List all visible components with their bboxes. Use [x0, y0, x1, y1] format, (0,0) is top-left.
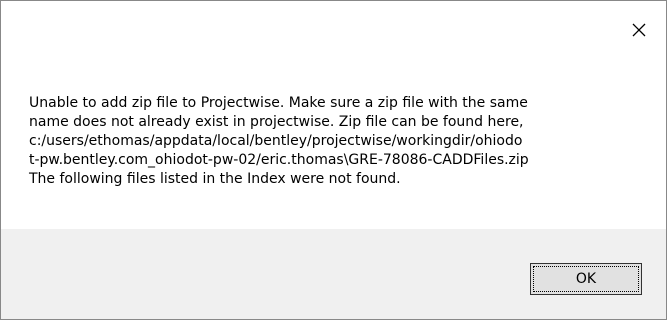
- message-dialog: Unable to add zip file to Projectwise. M…: [0, 0, 667, 320]
- ok-button[interactable]: OK: [530, 263, 642, 295]
- dialog-message: Unable to add zip file to Projectwise. M…: [29, 94, 639, 189]
- message-line: The following files listed in the Index …: [29, 171, 401, 187]
- message-line: t-pw.bentley.com_ohiodot-pw-02/eric.thom…: [29, 152, 529, 168]
- button-bar: OK: [1, 229, 666, 319]
- message-line: name does not already exist in projectwi…: [29, 114, 524, 130]
- message-line: c:/users/ethomas/appdata/local/bentley/p…: [29, 133, 523, 149]
- close-icon: [632, 23, 646, 37]
- ok-button-label: OK: [533, 266, 639, 292]
- message-line: Unable to add zip file to Projectwise. M…: [29, 95, 528, 111]
- close-button[interactable]: [624, 15, 654, 45]
